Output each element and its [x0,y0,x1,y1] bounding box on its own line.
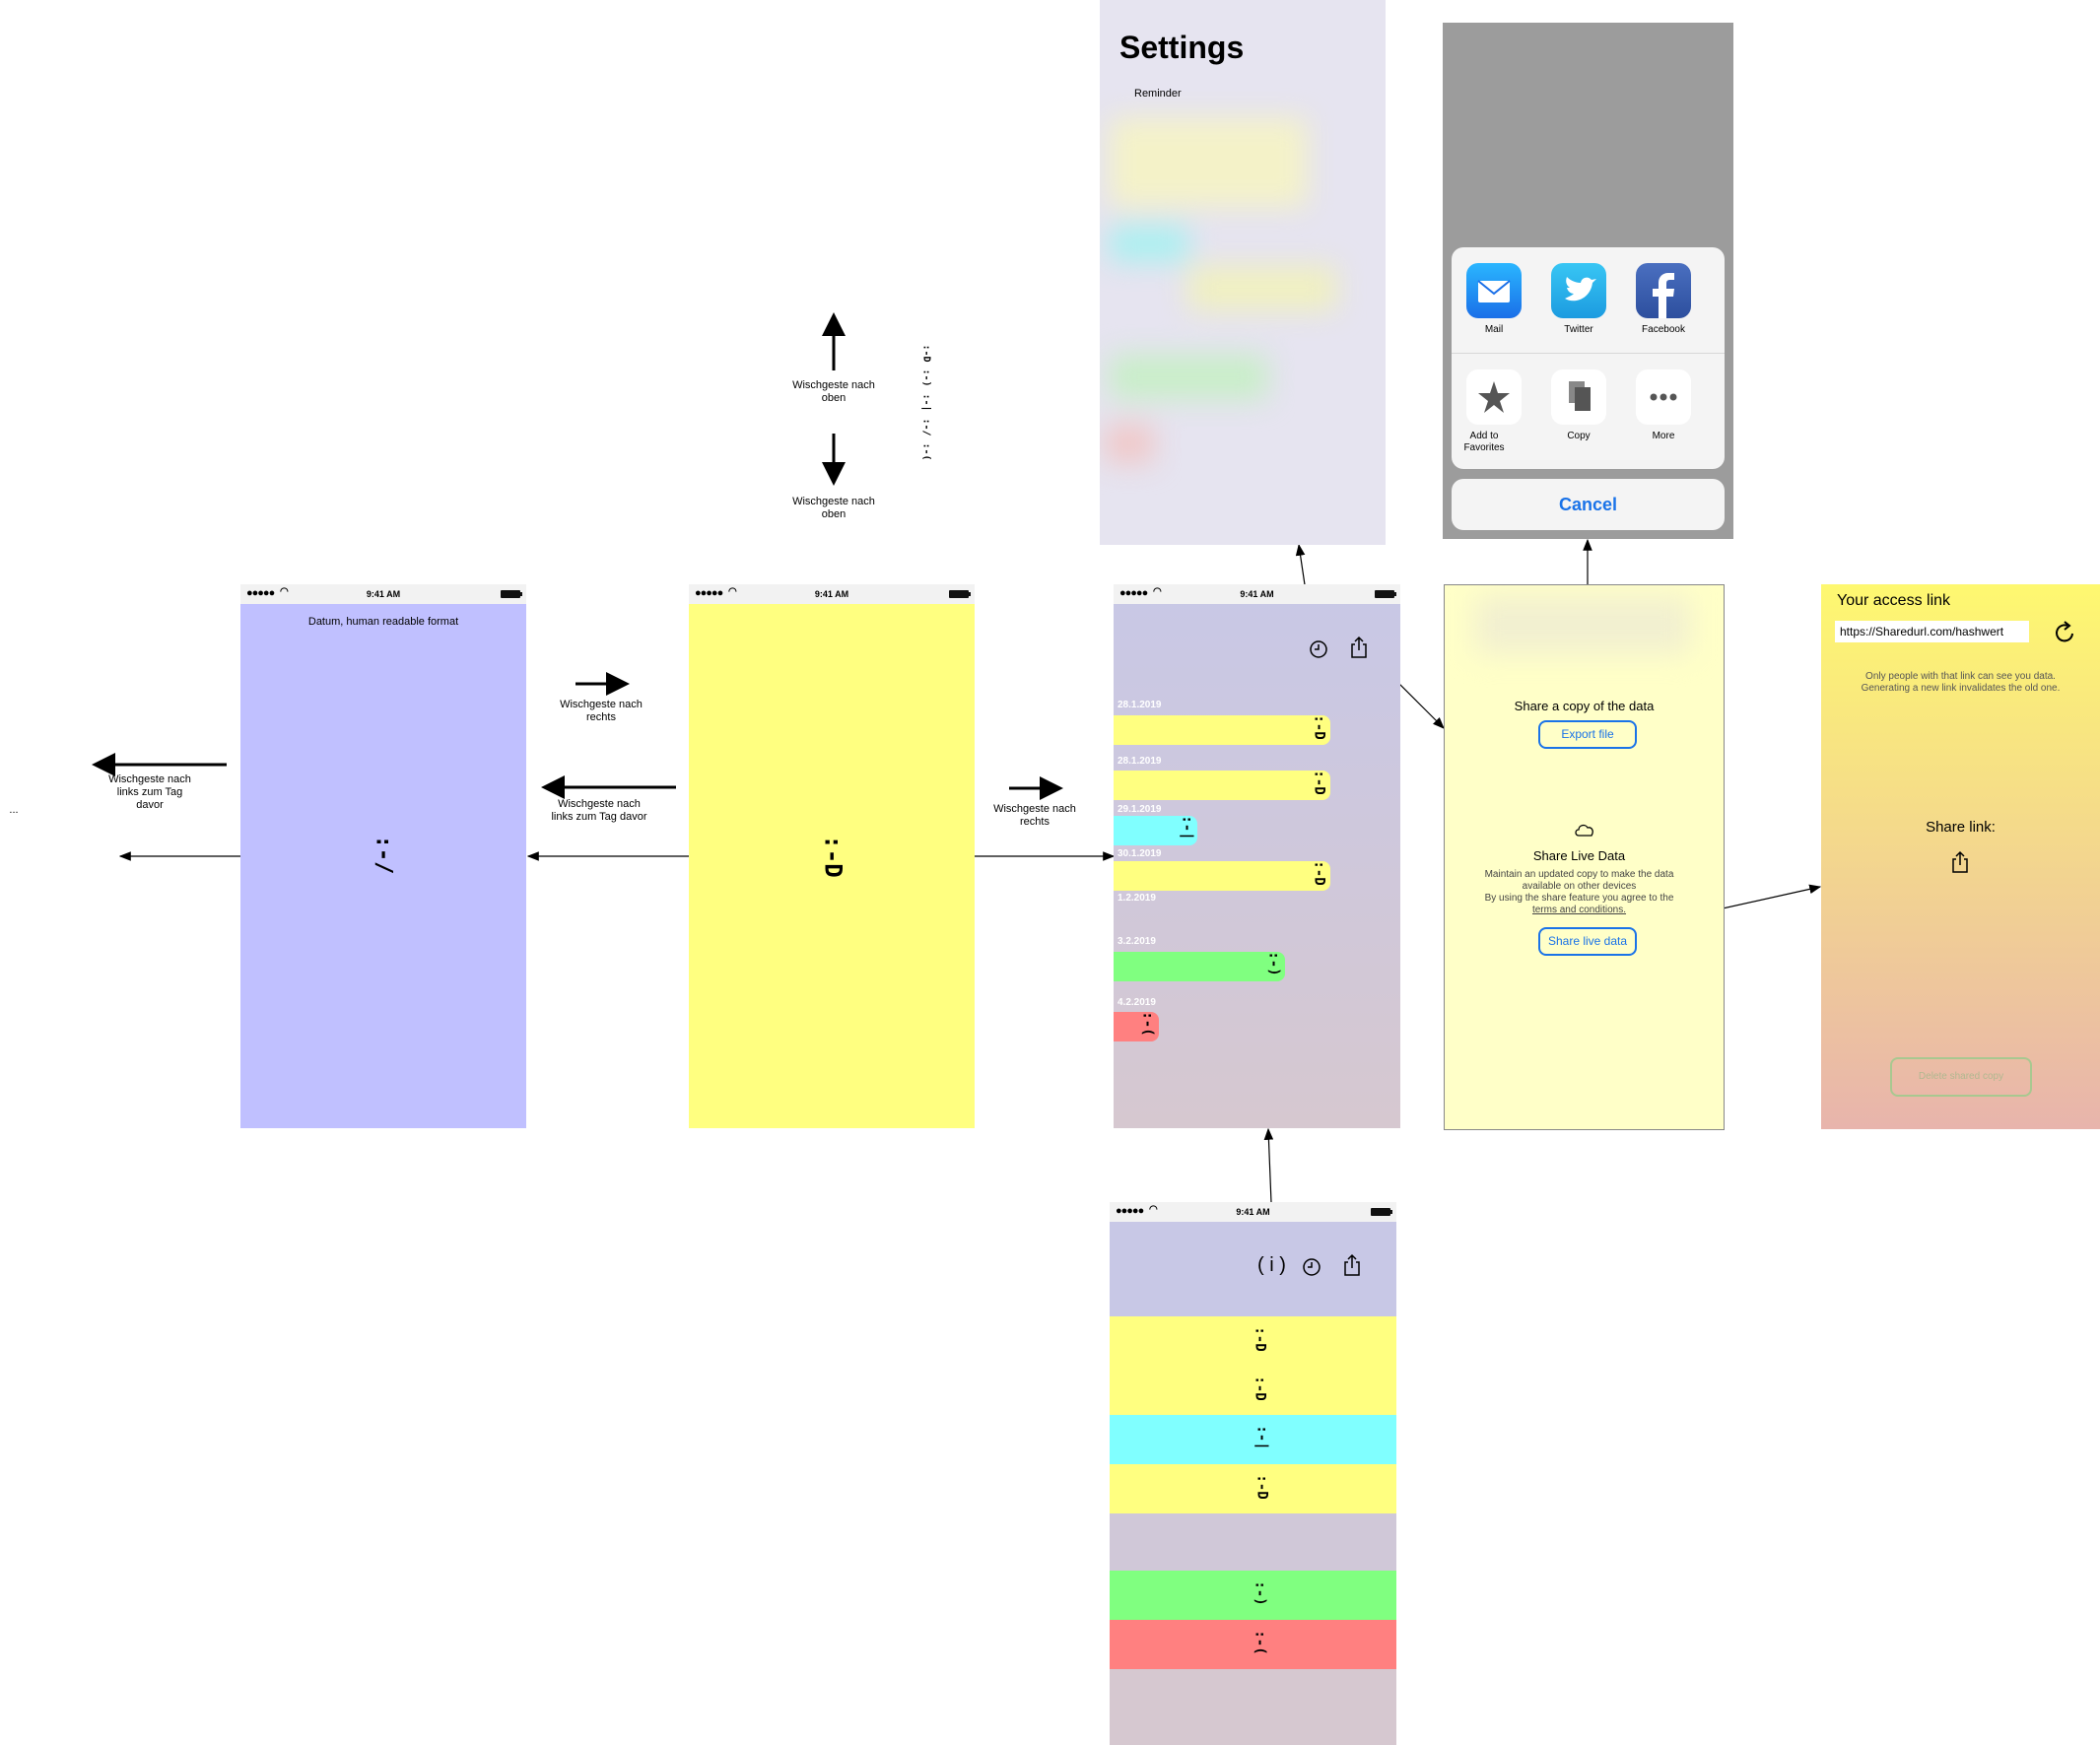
share-icon[interactable] [1950,850,1970,874]
entry-date: 28.1.2019 [1118,756,1162,767]
clock-icon[interactable] [1309,639,1328,659]
entry-date: 30.1.2019 [1118,848,1162,859]
access-link-screen[interactable]: Your access link https://Sharedurl.com/h… [1821,584,2100,1129]
row-face: :-D [1253,1474,1270,1500]
row-face: :-( [1252,1630,1268,1655]
reminder-item[interactable]: Reminder [1134,88,1182,100]
entry-face: :-D [1311,770,1327,795]
share-icon[interactable] [1342,1253,1362,1277]
row-face: :-D [1252,1376,1268,1401]
cancel-button[interactable]: Cancel [1452,479,1725,530]
share-sheet-panel: Mail Twitter Facebook Add to Favorites C… [1452,247,1725,469]
row-face: :-D [1252,1326,1268,1352]
divider [1452,353,1725,354]
share-icon[interactable] [1349,636,1369,659]
history-screen[interactable]: ●●●●● ◠ 9:41 AM 28.1.2019 :-D 28.1.2019 :… [1114,584,1400,1128]
row-face: :-| [1253,1425,1270,1450]
share-live-data-button[interactable]: Share live data [1538,927,1637,956]
live-heading: Share Live Data [1532,848,1626,863]
copy-icon[interactable] [1551,369,1606,425]
today-screen[interactable]: ●●●●● ◠ 9:41 AM :-D [689,584,975,1128]
star-icon[interactable] [1466,369,1522,425]
app-label: Twitter [1564,324,1593,335]
entry-date: 4.2.2019 [1118,997,1156,1008]
action-label: More [1652,431,1675,441]
more-icon[interactable] [1636,369,1691,425]
mood-row [1110,1669,1396,1745]
entry-date: 29.1.2019 [1118,804,1162,815]
info-button[interactable]: ( i ) [1257,1254,1286,1277]
entry-face: :-( [1139,1011,1156,1037]
refresh-icon[interactable] [2055,620,2076,643]
mood-face: :-D [819,835,847,878]
date-title: Datum, human readable format [307,616,459,628]
settings-title: Settings [1119,30,1245,65]
settings-screen[interactable]: Settings Reminder [1100,0,1386,545]
ellipsis-text: ... [9,804,19,816]
delete-shared-copy-button[interactable]: Delete shared copy [1890,1057,2032,1097]
entry-bar[interactable] [1114,771,1330,800]
status-bar: ●●●●● ◠ 9:41 AM [240,584,526,604]
entry-bar[interactable] [1114,861,1330,891]
share-data-blur [1474,595,1691,654]
row-face: :-) [1252,1580,1268,1606]
entry-date: 28.1.2019 [1118,700,1162,710]
terms-link[interactable]: terms and conditions. [1445,905,1714,916]
battery-icon [949,590,971,598]
battery-icon [1371,1208,1392,1216]
access-note: Only people with that link can see you d… [1861,671,2061,694]
cloud-icon [1575,824,1593,837]
swipe-left-label-2: Wischgeste nach links zum Tag davor [551,798,647,823]
share-sheet-screen[interactable]: Mail Twitter Facebook Add to Favorites C… [1443,23,1733,539]
status-bar: ●●●●● ◠ 9:41 AM [1110,1202,1396,1222]
swipe-left-label-1: Wischgeste nach links zum Tag davor [108,773,191,811]
entry-bar[interactable] [1114,952,1285,981]
action-label: Add to Favorites [1463,431,1505,453]
app-label: Facebook [1642,324,1685,335]
action-label: Copy [1567,431,1591,441]
mood-face: :-/ [371,835,396,875]
live-description: Maintain an updated copy to make the dat… [1445,869,1714,916]
app-label: Mail [1484,324,1504,335]
clock-icon[interactable] [1302,1257,1321,1277]
mail-icon[interactable] [1466,263,1522,318]
mood-scale-face: :-( [920,442,932,461]
past-day-screen[interactable]: ●●●●● ◠ 9:41 AM Datum, human readable for… [240,584,526,1128]
access-link-title: Your access link [1837,592,1951,609]
battery-icon [501,590,522,598]
entry-face: :-) [1265,951,1282,976]
mood-row[interactable] [1110,1415,1396,1464]
overview-screen[interactable]: ●●●●● ◠ 9:41 AM ( i ) :-D :-D :-| :-D :-)… [1110,1202,1396,1745]
settings-blur-bg [1100,0,1386,545]
entry-face: :-D [1311,860,1327,886]
entry-bar[interactable] [1114,715,1330,745]
swipe-right-label-1: Wischgeste nach rechts [560,699,643,723]
export-file-button[interactable]: Export file [1538,720,1637,749]
url-field[interactable]: https://Sharedurl.com/hashwert [1835,621,2029,642]
mood-row[interactable] [1110,1464,1396,1513]
swipe-right-label-2: Wischgeste nach rechts [993,803,1076,828]
entry-date: 1.2.2019 [1118,893,1156,904]
swipe-down-label: Wischgeste nach oben [792,496,875,520]
status-bar: ●●●●● ◠ 9:41 AM [689,584,975,604]
share-link-label: Share link: [1926,819,1996,836]
status-bar: ●●●●● ◠ 9:41 AM [1114,584,1400,604]
entry-face: :-D [1311,714,1327,740]
entry-face: :-| [1179,815,1195,840]
mood-scale: :-D :-) :-| :-/ :-( [905,345,934,470]
swipe-up-label: Wischgeste nach oben [792,379,875,404]
entry-date: 3.2.2019 [1118,936,1156,947]
mood-row[interactable] [1110,1513,1396,1571]
facebook-icon[interactable] [1636,263,1691,318]
battery-icon [1375,590,1396,598]
share-data-screen[interactable]: Share a copy of the data Export file Sha… [1444,584,1725,1130]
copy-heading: Share a copy of the data [1514,699,1655,713]
twitter-icon[interactable] [1551,263,1606,318]
